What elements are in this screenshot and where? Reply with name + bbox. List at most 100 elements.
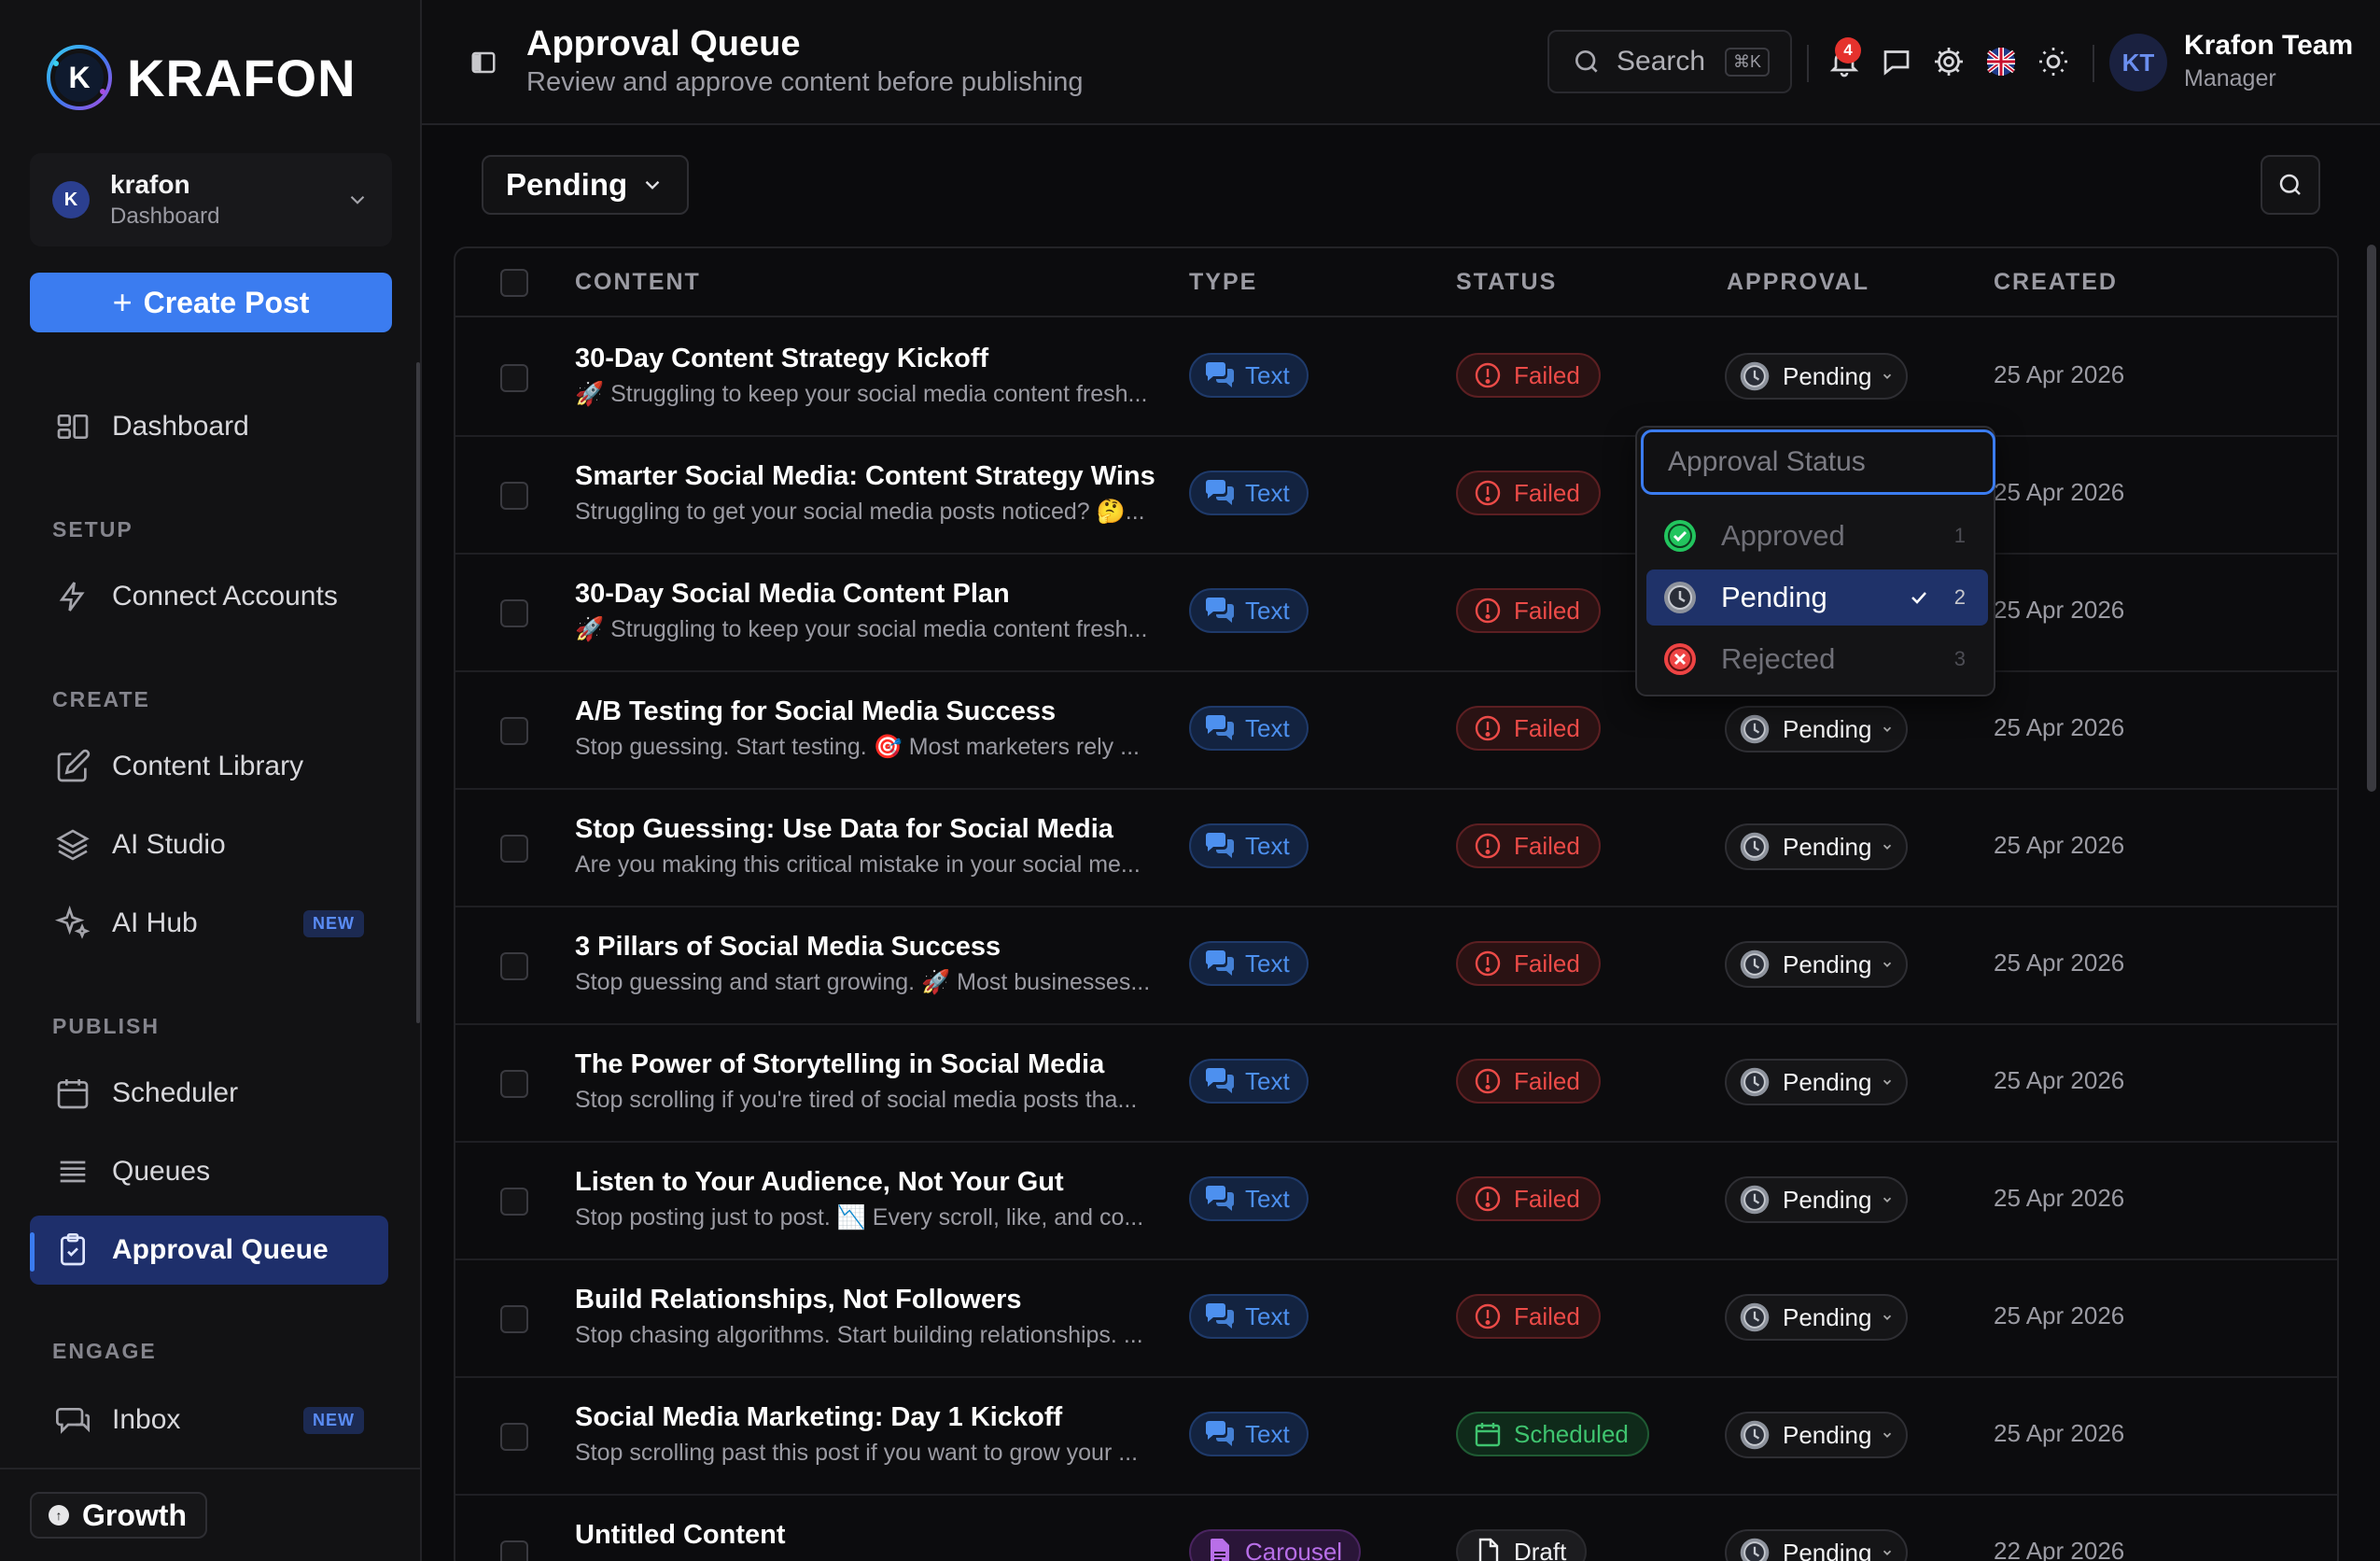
table-row[interactable]: 3 Pillars of Social Media Success Stop gu… (455, 907, 2337, 1025)
approval-dropdown[interactable]: Pending (1725, 1059, 1908, 1105)
search-label: Search (1617, 46, 1706, 77)
section-label-publish: PUBLISH (52, 1014, 160, 1038)
gear-icon[interactable] (1932, 45, 1966, 78)
user-name[interactable]: Krafon Team (2184, 30, 2353, 62)
table-search-button[interactable] (2261, 155, 2320, 215)
content-title[interactable]: Listen to Your Audience, Not Your Gut (575, 1167, 1064, 1198)
sidebar-item-dashboard[interactable]: Dashboard (30, 392, 388, 461)
row-checkbox[interactable] (500, 1070, 528, 1098)
brand-name: KRAFON (127, 48, 357, 107)
sidebar-item-label: Content Library (112, 751, 304, 781)
row-checkbox[interactable] (500, 717, 528, 745)
row-checkbox[interactable] (500, 952, 528, 980)
layers-icon (56, 829, 90, 861)
sidebar-item-scheduler[interactable]: Scheduler (30, 1059, 388, 1128)
global-search[interactable]: Search ⌘K (1547, 30, 1792, 93)
table-row[interactable]: 30-Day Content Strategy Kickoff 🚀 Struggl… (455, 319, 2337, 437)
content-title[interactable]: A/B Testing for Social Media Success (575, 696, 1056, 727)
option-approved[interactable]: Approved 1 (1646, 508, 1988, 564)
table-row[interactable]: Stop Guessing: Use Data for Social Media… (455, 790, 2337, 907)
sidebar-toggle-icon[interactable] (469, 49, 498, 77)
column-header-content[interactable]: CONTENT (575, 269, 701, 296)
approval-dropdown[interactable]: Pending (1725, 706, 1908, 752)
approval-dropdown[interactable]: Pending (1725, 1412, 1908, 1458)
status-label: Failed (1514, 1301, 1580, 1330)
approval-dropdown[interactable]: Pending (1725, 1529, 1908, 1561)
column-header-approval[interactable]: APPROVAL (1727, 269, 1869, 296)
sidebar-item-label: Inbox (112, 1404, 181, 1435)
approval-filter-dropdown[interactable]: Pending (482, 155, 689, 215)
table-row[interactable]: Untitled Content Carousel Draft Pending 22 A… (455, 1496, 2337, 1561)
sidebar-item-inbox[interactable]: Inbox NEW (30, 1385, 388, 1455)
content-title[interactable]: 30-Day Content Strategy Kickoff (575, 344, 988, 374)
approval-dropdown[interactable]: Pending (1725, 823, 1908, 870)
approval-label: Pending (1783, 1538, 1872, 1561)
content-title[interactable]: 30-Day Social Media Content Plan (575, 579, 1010, 610)
content-title[interactable]: Untitled Content (575, 1520, 786, 1551)
sidebar-scrollbar[interactable] (416, 362, 420, 1023)
table-row[interactable]: The Power of Storytelling in Social Medi… (455, 1025, 2337, 1143)
row-checkbox[interactable] (500, 1423, 528, 1451)
row-checkbox[interactable] (500, 482, 528, 510)
row-checkbox[interactable] (500, 1305, 528, 1333)
status-badge: Failed (1456, 1294, 1601, 1339)
table-row[interactable]: 30-Day Social Media Content Plan 🚀 Strugg… (455, 555, 2337, 672)
table-header: CONTENT TYPE STATUS APPROVAL CREATED (455, 248, 2337, 317)
type-label: Text (1245, 596, 1290, 625)
row-checkbox[interactable] (500, 1188, 528, 1216)
workspace-switcher[interactable]: K krafon Dashboard (30, 153, 392, 246)
user-avatar[interactable]: KT (2109, 34, 2167, 91)
table-row[interactable]: Social Media Marketing: Day 1 Kickoff Sto… (455, 1378, 2337, 1496)
content-title[interactable]: Build Relationships, Not Followers (575, 1285, 1022, 1315)
created-date: 25 Apr 2026 (1994, 949, 2125, 977)
content-title[interactable]: The Power of Storytelling in Social Medi… (575, 1049, 1104, 1080)
create-post-label: Create Post (143, 285, 310, 319)
sidebar-item-ai-hub[interactable]: AI Hub NEW (30, 889, 388, 958)
message-icon[interactable] (1880, 45, 1913, 78)
sidebar: K KRAFON K krafon Dashboard + Create Pos… (0, 0, 422, 1561)
status-badge: Draft (1456, 1529, 1588, 1561)
table-row[interactable]: Listen to Your Audience, Not Your Gut Sto… (455, 1143, 2337, 1260)
brand-logo[interactable]: K KRAFON (45, 43, 357, 112)
content-title[interactable]: 3 Pillars of Social Media Success (575, 932, 1001, 963)
sidebar-item-connect-accounts[interactable]: Connect Accounts (30, 562, 388, 631)
option-pending[interactable]: Pending 2 (1646, 570, 1988, 626)
approval-dropdown[interactable]: Pending (1725, 1294, 1908, 1341)
row-checkbox[interactable] (500, 599, 528, 627)
column-header-created[interactable]: CREATED (1994, 269, 2118, 296)
sidebar-item-label: Queues (112, 1156, 211, 1187)
uk-flag-icon[interactable] (1984, 45, 2018, 78)
table-row[interactable]: Build Relationships, Not Followers Stop c… (455, 1260, 2337, 1378)
row-checkbox[interactable] (500, 364, 528, 392)
row-checkbox[interactable] (500, 1540, 528, 1561)
content-title[interactable]: Smarter Social Media: Content Strategy W… (575, 461, 1155, 492)
approval-label: Pending (1783, 949, 1872, 978)
row-checkbox[interactable] (500, 835, 528, 863)
clock-icon (1740, 714, 1770, 744)
calendar-icon (1475, 1423, 1501, 1447)
table-scrollbar[interactable] (2367, 245, 2376, 792)
sidebar-item-queues[interactable]: Queues (30, 1137, 388, 1206)
type-label: Text (1245, 1419, 1290, 1448)
plan-badge[interactable]: ↑ Growth (30, 1492, 207, 1539)
approval-status-search-input[interactable] (1641, 429, 1995, 495)
sidebar-item-content-library[interactable]: Content Library (30, 732, 388, 801)
sun-icon[interactable] (2037, 45, 2070, 78)
table-row[interactable]: A/B Testing for Social Media Success Stop… (455, 672, 2337, 790)
content-title[interactable]: Social Media Marketing: Day 1 Kickoff (575, 1402, 1062, 1433)
approval-dropdown[interactable]: Pending (1725, 353, 1908, 400)
approval-dropdown[interactable]: Pending (1725, 941, 1908, 988)
chat-bubbles-icon (1205, 1186, 1235, 1211)
option-rejected[interactable]: Rejected 3 (1646, 631, 1988, 687)
content-title[interactable]: Stop Guessing: Use Data for Social Media (575, 814, 1113, 845)
table-row[interactable]: Smarter Social Media: Content Strategy W… (455, 437, 2337, 555)
sidebar-item-ai-studio[interactable]: AI Studio (30, 810, 388, 879)
create-post-button[interactable]: + Create Post (30, 273, 392, 332)
select-all-checkbox[interactable] (500, 269, 528, 297)
status-badge: Failed (1456, 1059, 1601, 1104)
alert-circle-icon (1475, 1186, 1501, 1212)
approval-dropdown[interactable]: Pending (1725, 1176, 1908, 1223)
column-header-status[interactable]: STATUS (1456, 269, 1557, 296)
sidebar-item-approval-queue[interactable]: Approval Queue (30, 1216, 388, 1285)
column-header-type[interactable]: TYPE (1189, 269, 1257, 296)
